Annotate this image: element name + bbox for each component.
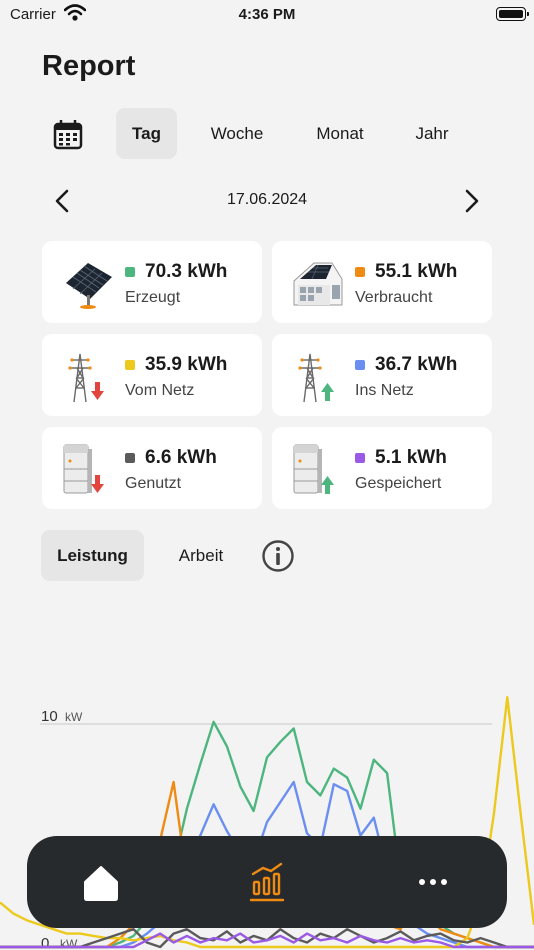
clock: 4:36 PM — [238, 6, 296, 23]
grid-export-icon — [298, 353, 334, 403]
tab-tag[interactable]: Tag — [116, 108, 177, 159]
card-value: 6.6 kWh — [145, 447, 217, 468]
card-gespeichert[interactable]: 5.1 kWh Gespeichert — [272, 427, 492, 509]
more-icon[interactable] — [413, 860, 453, 904]
legend-dot — [125, 453, 135, 463]
legend-dot — [355, 360, 365, 370]
card-ins-netz[interactable]: 36.7 kWh Ins Netz — [272, 334, 492, 416]
tab-leistung[interactable]: Leistung — [41, 530, 144, 581]
bottom-tab-bar — [27, 836, 507, 928]
chevron-right-icon[interactable] — [456, 186, 486, 216]
card-label: Genutzt — [125, 475, 182, 492]
card-label: Verbraucht — [355, 289, 433, 306]
tab-woche[interactable]: Woche — [197, 108, 277, 159]
legend-dot — [125, 267, 135, 277]
battery-icon — [496, 7, 529, 21]
current-date: 17.06.2024 — [226, 191, 308, 208]
card-label: Vom Netz — [125, 382, 195, 399]
calendar-icon[interactable] — [50, 116, 86, 152]
tab-monat[interactable]: Monat — [302, 108, 378, 159]
card-value: 36.7 kWh — [375, 354, 458, 375]
y-tick-10: 10 — [41, 708, 58, 725]
date-navigator: 17.06.2024 — [40, 182, 494, 220]
status-bar: Carrier 4:36 PM — [0, 0, 534, 30]
card-label: Gespeichert — [355, 475, 442, 492]
battery-charge-icon — [293, 444, 334, 494]
legend-dot — [355, 453, 365, 463]
legend-dot — [125, 360, 135, 370]
info-icon[interactable] — [261, 539, 295, 573]
y-tick-10-unit: kW — [65, 710, 83, 724]
battery-discharge-icon — [63, 444, 104, 494]
series-line-4 — [0, 928, 534, 949]
tab-jahr[interactable]: Jahr — [402, 108, 462, 159]
card-value: 55.1 kWh — [375, 261, 458, 282]
tab-arbeit[interactable]: Arbeit — [161, 530, 241, 581]
house-icon — [293, 262, 343, 306]
card-label: Erzeugt — [125, 289, 181, 306]
card-erzeugt[interactable]: 70.3 kWh Erzeugt — [42, 241, 262, 323]
grid-import-icon — [68, 353, 104, 403]
chart-icon[interactable] — [247, 860, 287, 904]
page-title: Report — [42, 50, 136, 82]
home-icon[interactable] — [81, 860, 121, 904]
period-tabs: Tag Woche Monat Jahr — [40, 108, 500, 160]
card-value: 70.3 kWh — [145, 261, 228, 282]
legend-dot — [355, 267, 365, 277]
card-value: 5.1 kWh — [375, 447, 447, 468]
card-value: 35.9 kWh — [145, 354, 228, 375]
card-genutzt[interactable]: 6.6 kWh Genutzt — [42, 427, 262, 509]
card-vom-netz[interactable]: 35.9 kWh Vom Netz — [42, 334, 262, 416]
card-verbraucht[interactable]: 55.1 kWh Verbraucht — [272, 241, 492, 323]
chart-mode-tabs: Leistung Arbeit — [41, 530, 311, 582]
card-label: Ins Netz — [355, 382, 414, 399]
solar-panel-icon — [66, 263, 112, 309]
